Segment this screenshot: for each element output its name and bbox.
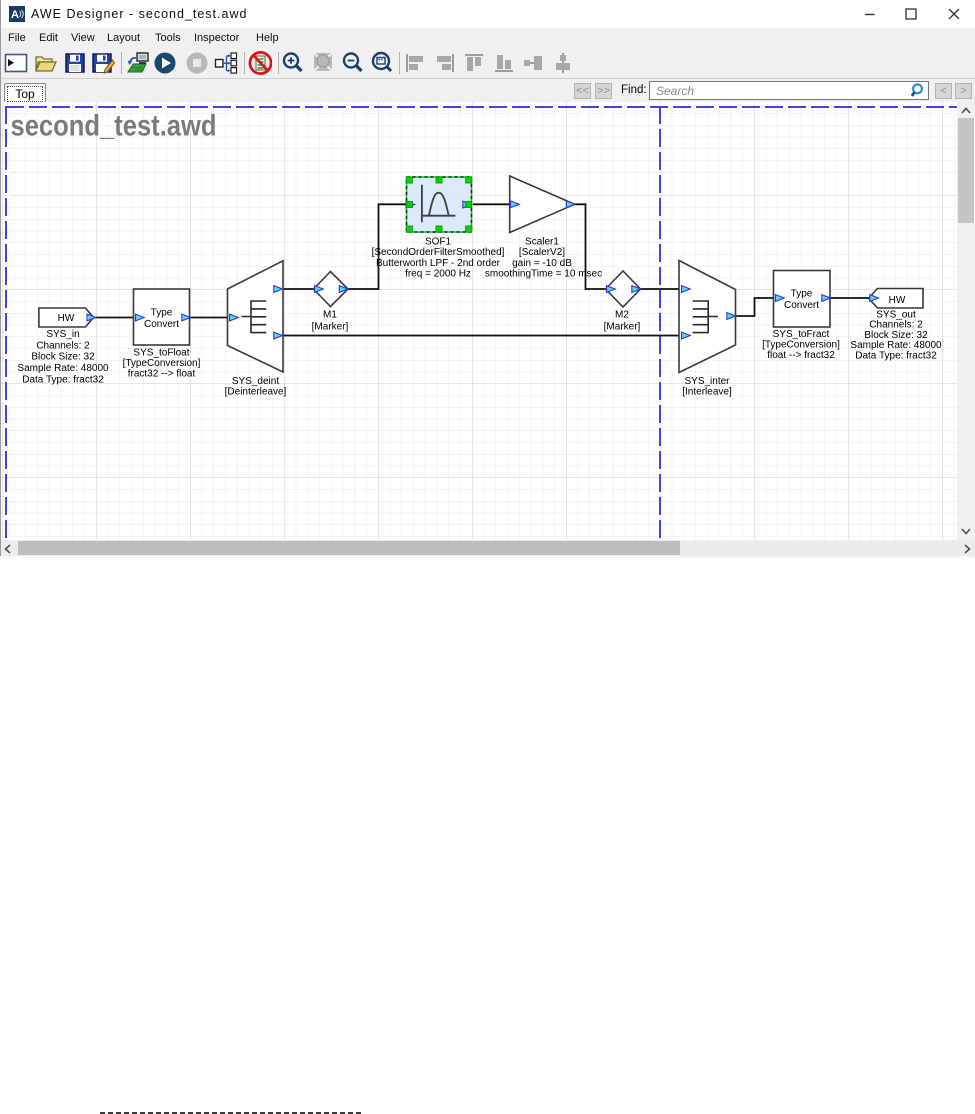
- svg-text:[TypeConversion]: [TypeConversion]: [762, 340, 840, 351]
- svg-text:[Marker]: [Marker]: [604, 322, 641, 333]
- svg-text:Type: Type: [791, 289, 813, 300]
- svg-text:Convert: Convert: [784, 300, 819, 311]
- svg-text:HW: HW: [58, 313, 75, 324]
- svg-text:Channels: 2: Channels: 2: [36, 340, 90, 351]
- svg-text:freq = 2000 Hz: freq = 2000 Hz: [405, 269, 471, 280]
- svg-text:smoothingTime = 10 msec: smoothingTime = 10 msec: [485, 269, 602, 280]
- svg-text:Data Type: fract32: Data Type: fract32: [855, 351, 937, 362]
- svg-text:Type: Type: [151, 308, 173, 319]
- svg-text:float --> fract32: float --> fract32: [767, 350, 835, 361]
- svg-text:Block Size: 32: Block Size: 32: [31, 351, 95, 362]
- svg-text:A: A: [11, 9, 19, 21]
- svg-text:[Deinterleave]: [Deinterleave]: [225, 387, 287, 398]
- svg-text:[TypeConversion]: [TypeConversion]: [123, 358, 201, 369]
- svg-text:Convert: Convert: [144, 319, 179, 330]
- svg-text:SYS_toFloat: SYS_toFloat: [133, 348, 189, 359]
- svg-text:[Marker]: [Marker]: [312, 322, 349, 333]
- svg-text:HW: HW: [889, 295, 906, 306]
- svg-text:gain = -10 dB: gain = -10 dB: [512, 258, 572, 269]
- svg-text:fract32 --> float: fract32 --> float: [128, 369, 196, 380]
- svg-text:SYS_deint: SYS_deint: [232, 376, 279, 387]
- svg-text:second_test.awd: second_test.awd: [11, 110, 217, 143]
- svg-text:SOF1: SOF1: [425, 237, 452, 248]
- svg-text:Scaler1: Scaler1: [525, 237, 559, 248]
- svg-text:SYS_in: SYS_in: [46, 329, 79, 340]
- svg-text:M2: M2: [615, 310, 629, 321]
- svg-text:[ScalerV2]: [ScalerV2]: [519, 247, 565, 258]
- svg-text:Butterworth LPF - 2nd order: Butterworth LPF - 2nd order: [376, 258, 501, 269]
- svg-text:SYS_toFract: SYS_toFract: [773, 329, 830, 340]
- svg-text:M1: M1: [323, 310, 337, 321]
- svg-text:Sample Rate: 48000: Sample Rate: 48000: [17, 363, 109, 374]
- svg-text:[Interleave]: [Interleave]: [682, 387, 732, 398]
- svg-text:Data Type: fract32: Data Type: fract32: [22, 374, 104, 385]
- svg-text:[SecondOrderFilterSmoothed]: [SecondOrderFilterSmoothed]: [372, 247, 505, 258]
- svg-text:SYS_inter: SYS_inter: [684, 376, 730, 387]
